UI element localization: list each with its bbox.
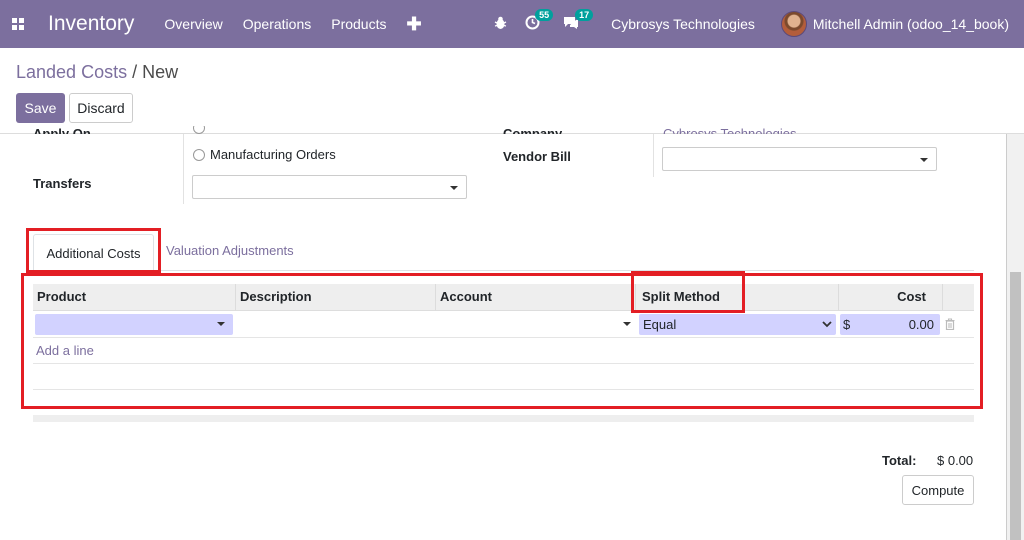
radio-manufacturing-orders[interactable]	[193, 149, 205, 161]
highlight-split-method	[631, 271, 745, 313]
plus-icon[interactable]: ✚	[406, 14, 421, 35]
breadcrumb-current: New	[142, 62, 179, 82]
radio-transfers[interactable]	[193, 126, 205, 134]
highlight-costs-table	[21, 273, 983, 409]
activity-clock-icon[interactable]: 55	[525, 8, 554, 34]
apps-menu-icon[interactable]	[2, 0, 34, 48]
field-divider	[183, 134, 184, 204]
top-navbar: Inventory Overview Operations Products ✚…	[0, 0, 1024, 48]
apply-on-label: Apply On	[33, 126, 91, 134]
manufacturing-orders-label: Manufacturing Orders	[210, 147, 336, 162]
breadcrumb-separator: /	[132, 62, 138, 82]
tabs-divider	[33, 270, 974, 271]
compute-button[interactable]: Compute	[902, 475, 974, 505]
messages-badge: 17	[575, 8, 594, 21]
highlight-additional-costs-tab	[26, 228, 161, 273]
total-value: $ 0.00	[937, 453, 974, 468]
tab-valuation-adjustments[interactable]: Valuation Adjustments	[166, 243, 294, 258]
menu-operations[interactable]: Operations	[243, 16, 311, 32]
company-switcher[interactable]: Cybrosys Technologies	[611, 16, 755, 32]
vendor-bill-select[interactable]	[662, 147, 937, 171]
app-title[interactable]: Inventory	[48, 12, 134, 36]
discard-button[interactable]: Discard	[69, 93, 133, 123]
breadcrumb-parent[interactable]: Landed Costs	[16, 62, 127, 82]
bug-icon[interactable]	[494, 16, 507, 33]
vendor-bill-label: Vendor Bill	[503, 149, 571, 164]
save-button[interactable]: Save	[16, 93, 65, 123]
menu-overview[interactable]: Overview	[164, 16, 222, 32]
table-footer	[33, 415, 974, 422]
chevron-down-icon	[450, 186, 458, 190]
messages-icon[interactable]: 17	[562, 8, 594, 34]
scrollbar-thumb[interactable]	[1010, 272, 1021, 540]
menu-products[interactable]: Products	[331, 16, 386, 32]
transfers-select[interactable]	[192, 175, 467, 199]
company-label: Company	[503, 126, 563, 134]
total-label: Total:	[882, 453, 917, 468]
breadcrumb: Landed Costs / New	[16, 62, 178, 83]
user-menu[interactable]: Mitchell Admin (odoo_14_book)	[813, 16, 1009, 32]
transfers-label: Transfers	[33, 176, 92, 191]
avatar[interactable]	[780, 11, 807, 37]
activity-badge: 55	[535, 8, 554, 21]
company-value[interactable]: Cybrosys Technologies	[663, 126, 796, 134]
chevron-down-icon	[920, 158, 928, 162]
field-divider-right	[653, 134, 654, 177]
